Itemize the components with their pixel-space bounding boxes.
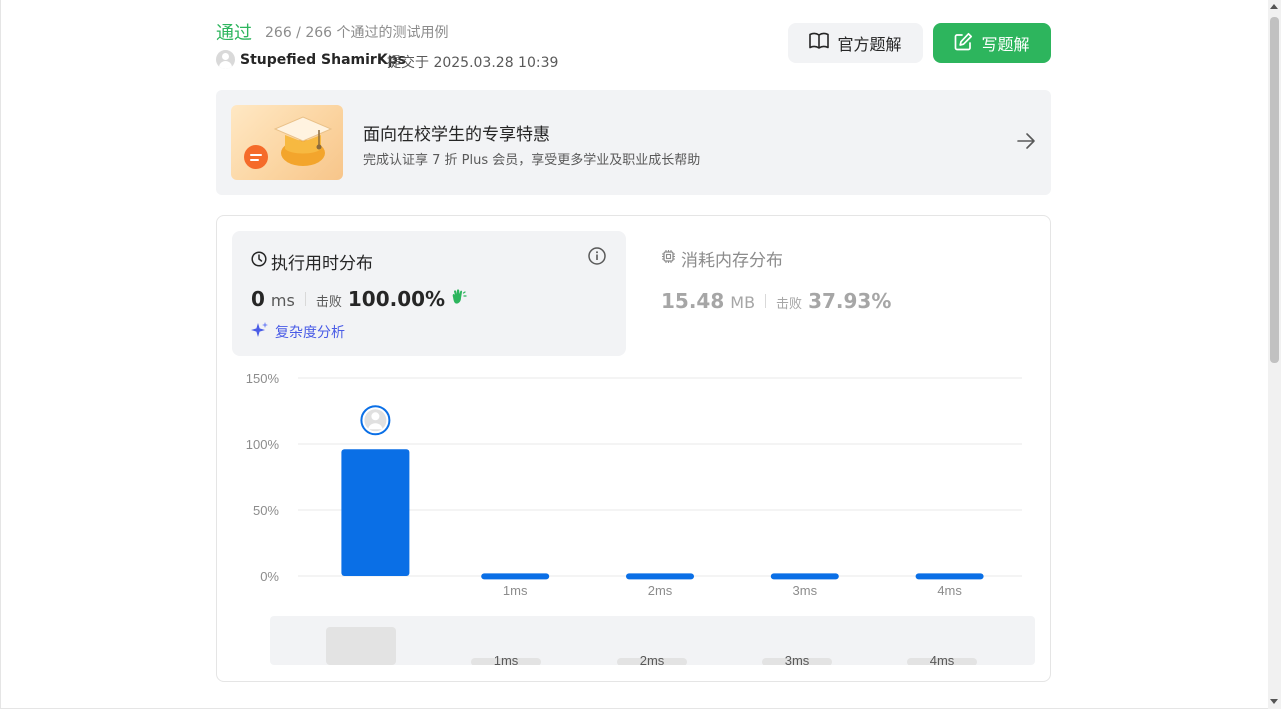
runtime-distribution-chart: 0% 50% 100% 150% 1ms 2ms 3ms 4ms xyxy=(246,371,1022,598)
y-tick-label: 100% xyxy=(246,437,280,452)
x-tick-label: 4ms xyxy=(937,583,962,598)
chart-range-slider[interactable]: 1ms 2ms 3ms 4ms xyxy=(270,616,1035,665)
chart-bar xyxy=(915,573,984,580)
chart-bar xyxy=(626,573,694,580)
minimap-label: 3ms xyxy=(784,653,810,665)
x-tick-label: 3ms xyxy=(793,583,818,598)
x-tick-label: 1ms xyxy=(503,583,528,598)
x-tick-label: 2ms xyxy=(648,583,673,598)
chart-bar xyxy=(481,573,550,580)
y-tick-label: 150% xyxy=(246,371,280,386)
minimap-label: 1ms xyxy=(493,653,519,665)
y-tick-label: 0% xyxy=(260,569,279,584)
chart-bar xyxy=(770,573,839,580)
avatar-head xyxy=(371,412,380,421)
minimap-label: 2ms xyxy=(639,653,665,665)
y-tick-label: 50% xyxy=(253,503,279,518)
minimap-label: 4ms xyxy=(929,653,955,665)
range-slider-handle[interactable] xyxy=(326,627,396,665)
chart-bar xyxy=(341,449,410,576)
